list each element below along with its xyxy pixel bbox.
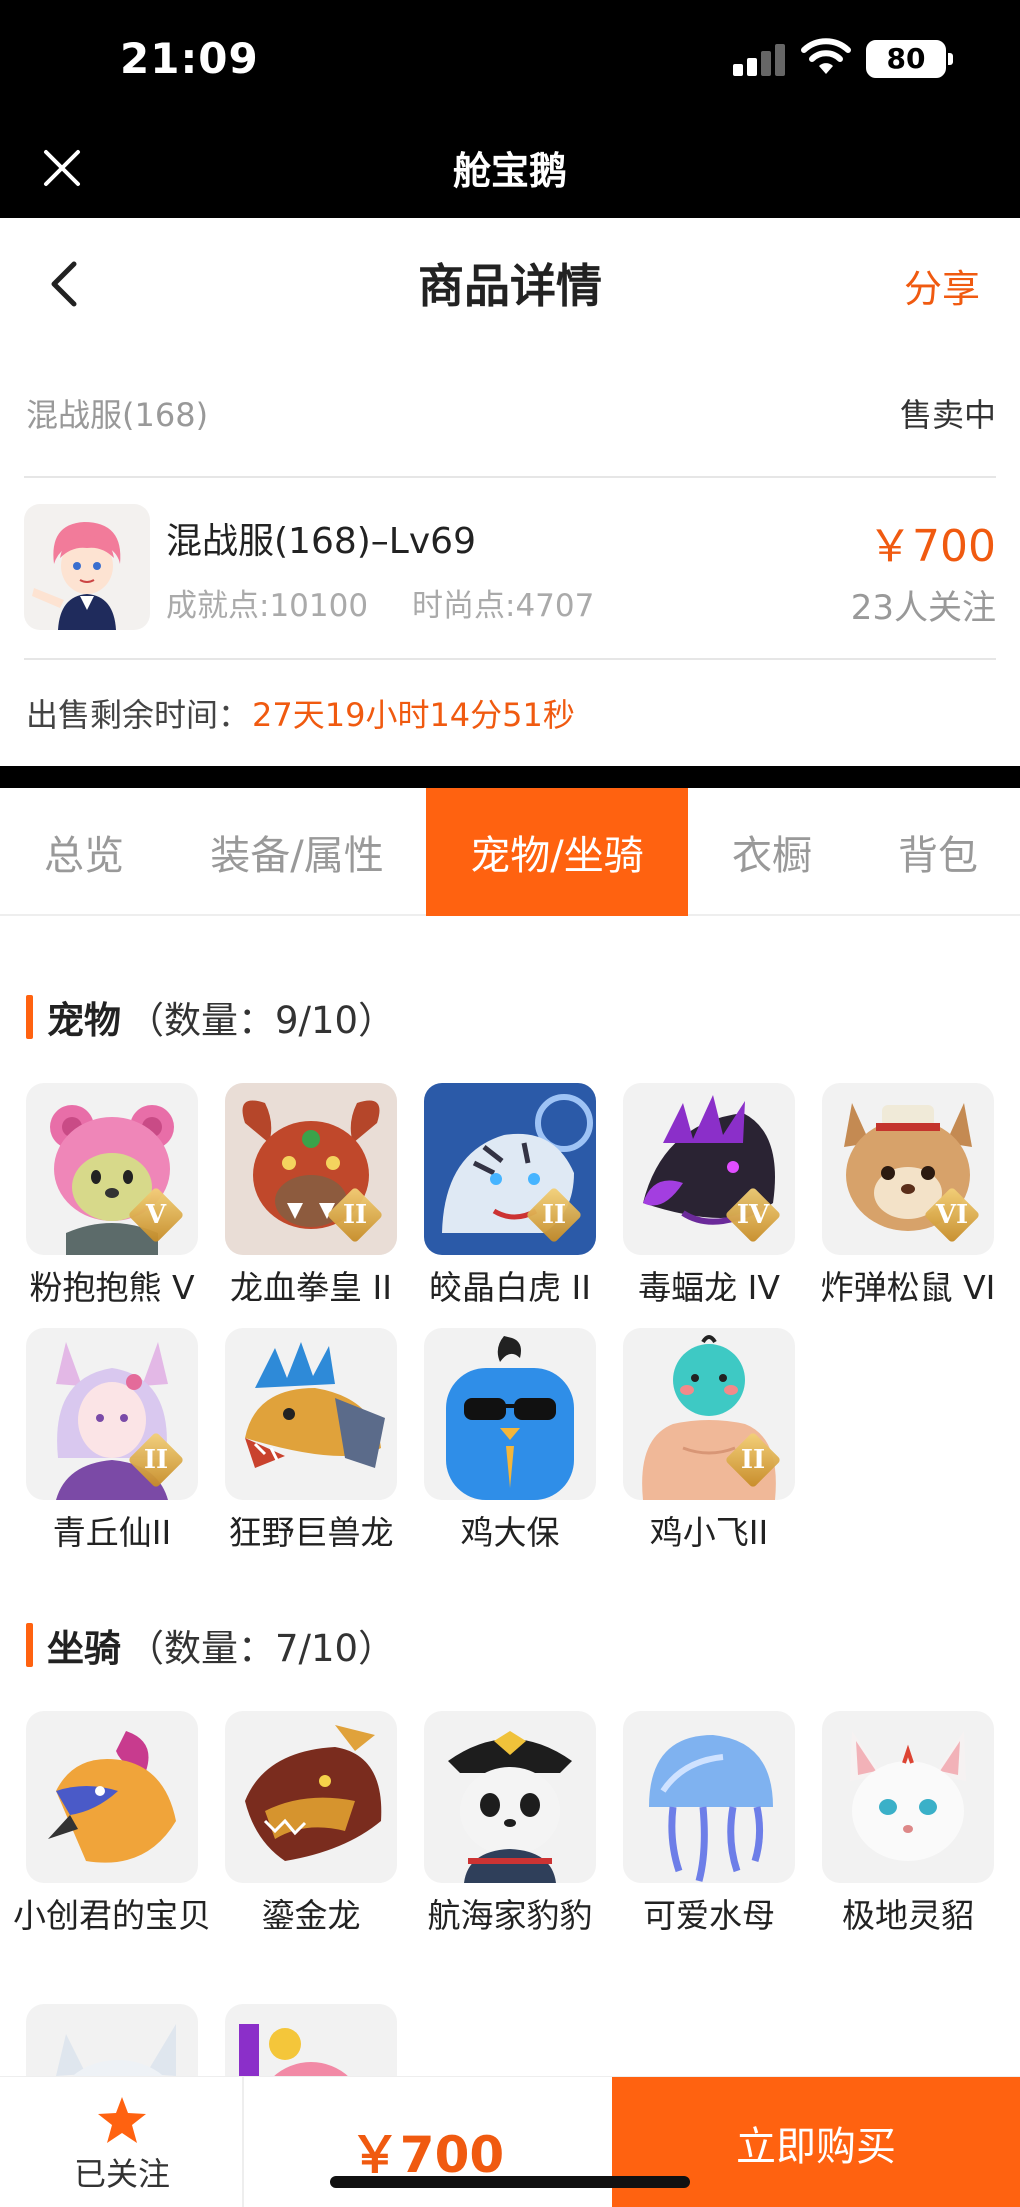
chick-icon: II [623,1328,795,1500]
section-accent-bar [26,1623,33,1667]
page-header: 商品详情 分享 [0,218,1020,348]
divider [24,658,996,660]
mount-name: 极地灵貂 [842,1896,974,1935]
mount-item[interactable]: 可爱水母 [623,1711,795,1939]
pet-item[interactable]: 鸡大保 [424,1328,596,1556]
server-name: 混战服(168) [26,396,209,434]
pet-item[interactable]: II 鸡小飞II [623,1328,795,1556]
mount-name: 鎏金龙 [261,1896,361,1935]
pet-name: 龙血拳皇 II [230,1268,392,1307]
rank-badge: II [724,1431,782,1489]
follow-label: 已关注 [73,2155,170,2193]
remaining-time-value: 27天19小时14分51秒 [252,696,575,734]
purple-dragon-icon: IV [623,1083,795,1255]
mount-name: 可爱水母 [643,1896,775,1935]
rank-badge: II [127,1431,185,1489]
tab-backpack[interactable]: 背包 [856,788,1020,916]
tab-wardrobe[interactable]: 衣橱 [688,788,856,916]
beast-dragon-icon [225,1328,397,1500]
pet-name: 毒蝠龙 IV [638,1268,780,1307]
pet-item[interactable]: II 青丘仙II [26,1328,198,1556]
character-avatar [24,504,150,630]
fox-fairy-icon: II [26,1328,198,1500]
mount-item[interactable]: 小创君的宝贝 [13,1711,211,1939]
follower-count: 23人关注 [850,588,996,628]
pet-name: 粉抱抱熊 V [29,1268,195,1307]
mounts-count: （数量：7/10） [127,1627,396,1670]
white-tiger-icon: II [424,1083,596,1255]
home-indicator [330,2176,690,2188]
pirate-panda-icon [424,1711,596,1883]
signal-icon [733,44,789,76]
pet-name: 鸡大保 [460,1513,560,1552]
tab-equipment[interactable]: 装备/属性 [168,788,426,916]
battery-icon: 80 [866,40,953,78]
pets-section-title: 宠物 （数量：9/10） [26,990,395,1044]
sale-status: 售卖中 [899,396,996,434]
wifi-icon [801,38,851,74]
pets-title: 宠物 [47,999,121,1042]
pet-name: 鸡小飞II [649,1513,769,1552]
pet-name: 狂野巨兽龙 [228,1513,394,1552]
section-separator [0,766,1020,788]
pink-bear-icon: V [26,1083,198,1255]
mounts-section-title: 坐骑 （数量：7/10） [26,1618,395,1672]
app-title: 舱宝鹅 [452,149,567,193]
status-time: 21:09 [120,34,259,83]
pet-item[interactable]: II 龙血拳皇 II [225,1083,397,1311]
page-title: 商品详情 [418,259,602,313]
mount-item[interactable]: 极地灵貂 [822,1711,994,1939]
follow-button[interactable]: 已关注 [0,2077,244,2207]
mount-name: 航海家豹豹 [427,1896,593,1935]
product-price: ￥700 [868,521,996,572]
squirrel-icon: VI [822,1083,994,1255]
app-bar: 舱宝鹅 [0,124,1020,218]
pet-name: 青丘仙II [52,1513,172,1552]
product-name: 混战服(168)–Lv69 [166,521,476,562]
pet-item[interactable]: IV 毒蝠龙 IV [623,1083,795,1311]
mount-item[interactable]: 鎏金龙 [225,1711,397,1939]
star-icon [98,2097,146,2143]
detail-tabs: 总览 装备/属性 宠物/坐骑 衣橱 背包 [0,788,1020,916]
share-button[interactable]: 分享 [904,258,980,313]
jellyfish-icon [623,1711,795,1883]
red-dragon-icon: II [225,1083,397,1255]
pet-item[interactable]: 狂野巨兽龙 [225,1328,397,1556]
fashion-points: 时尚点:4707 [412,588,595,624]
pet-name: 炸弹松鼠 VI [820,1268,996,1307]
tab-overview[interactable]: 总览 [0,788,168,916]
rank-badge: II [525,1186,583,1244]
achievement-points: 成就点:10100 [166,588,369,624]
rank-badge: II [326,1186,384,1244]
gold-dragon-icon [225,1711,397,1883]
rank-badge: VI [923,1186,981,1244]
remaining-time-label: 出售剩余时间： [26,696,251,734]
pet-item[interactable]: VI 炸弹松鼠 VI [821,1083,995,1311]
tab-pets-mounts[interactable]: 宠物/坐骑 [426,788,688,916]
pet-item[interactable]: II 皎晶白虎 II [424,1083,596,1311]
divider [24,476,996,478]
pet-item[interactable]: V 粉抱抱熊 V [26,1083,198,1311]
pet-name: 皎晶白虎 II [429,1268,591,1307]
status-bar: 21:09 80 [0,0,1020,124]
phoenix-icon [26,1711,198,1883]
mount-item[interactable]: 航海家豹豹 [424,1711,596,1939]
section-accent-bar [26,995,33,1039]
rank-badge: IV [724,1186,782,1244]
mounts-title: 坐骑 [47,1627,121,1670]
pets-count: （数量：9/10） [127,999,396,1042]
blue-bird-icon [424,1328,596,1500]
mount-name: 小创君的宝贝 [13,1896,211,1935]
polar-ferret-icon [822,1711,994,1883]
rank-badge: V [127,1186,185,1244]
